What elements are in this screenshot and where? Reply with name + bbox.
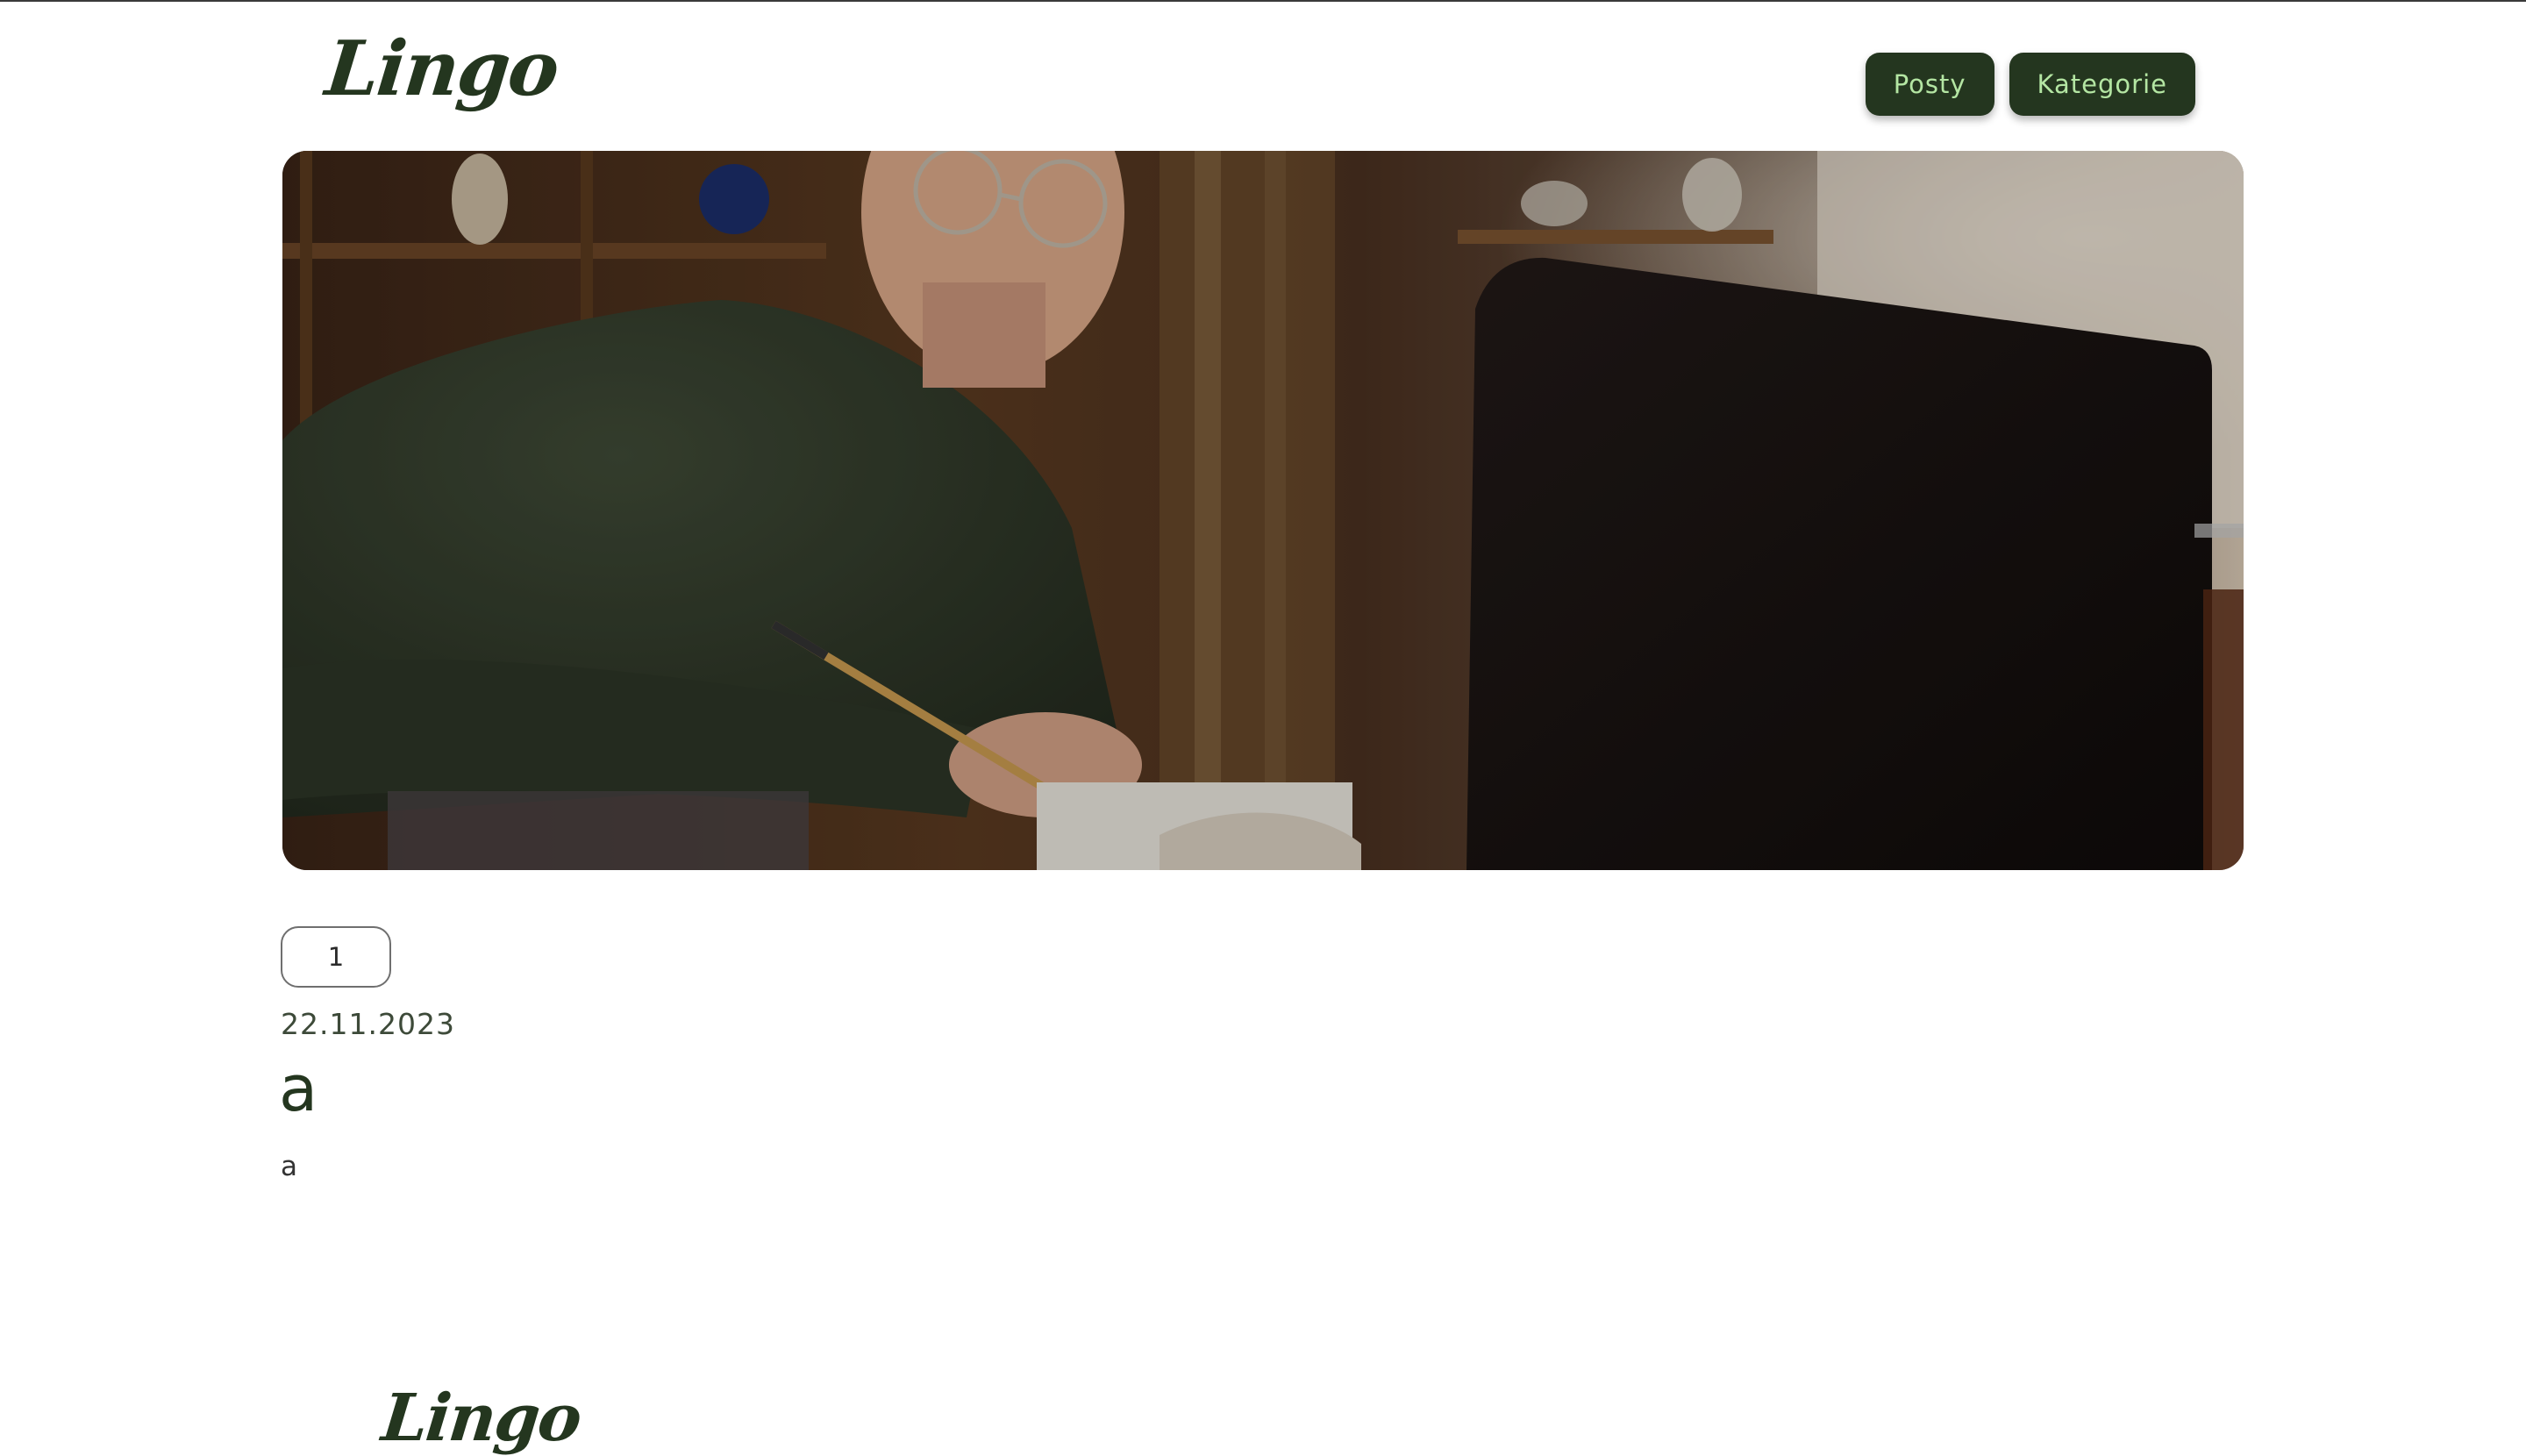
post-body: a [281,1151,297,1182]
site-logo[interactable]: Lingo [322,25,562,113]
main-nav: Posty Kategorie [1865,53,2195,116]
post-title: a [279,1052,318,1125]
hero-image [282,151,2244,870]
top-border [0,0,2526,2]
post-category-badge[interactable]: 1 [281,926,391,988]
post-date: 22.11.2023 [281,1007,455,1041]
nav-kategorie-button[interactable]: Kategorie [2009,53,2195,116]
footer-logo[interactable]: Lingo [378,1381,583,1456]
nav-posty-button[interactable]: Posty [1865,53,1994,116]
